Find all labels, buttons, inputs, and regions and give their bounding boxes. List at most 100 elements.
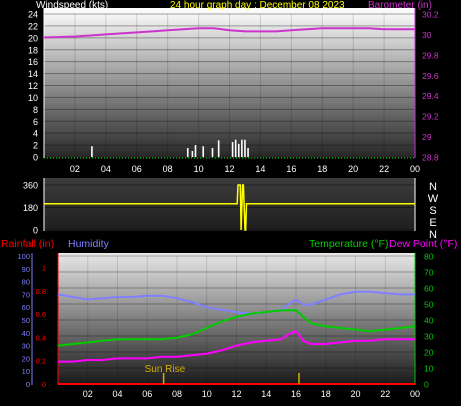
humidity-tick-label: 80 — [22, 278, 30, 287]
wind-tick-label: 6 — [33, 117, 38, 127]
wind-x-tick-label: 20 — [348, 164, 358, 174]
rain-tick-label: 0.2 — [36, 357, 46, 366]
rain-tick-label: 0.4 — [36, 333, 46, 342]
chart-title: 24 hour graph day : December 08 2023 — [170, 0, 345, 11]
wind-x-tick-label: 14 — [255, 164, 265, 174]
wind-x-tick-label: 00 — [410, 164, 420, 174]
humidity-label: Humidity — [68, 238, 110, 250]
wind-bar — [217, 140, 220, 157]
wind-tick-label: 22 — [28, 21, 38, 31]
wind-tick-label: 24 — [28, 10, 38, 20]
humidity-tick-label: 60 — [22, 303, 30, 312]
temp-x-tick-label: 20 — [350, 389, 360, 399]
temp-tick-label: 80 — [424, 252, 434, 262]
wind-bar — [244, 139, 246, 157]
temp-tick-label: 30 — [424, 332, 434, 342]
temperature-label: Temperature (°F) — [309, 238, 388, 250]
humidity-tick-label: 20 — [22, 354, 30, 363]
humidity-axis-ticks: 0 10 20 30 40 50 60 70 80 90 100 — [17, 252, 33, 389]
sunrise-label: Sun Rise — [145, 364, 186, 375]
wind-x-tick-label: 18 — [317, 164, 327, 174]
baro-tick-label: 29.6 — [422, 71, 439, 81]
baro-axis-label: Barometer (in) — [368, 0, 432, 11]
rain-axis-ticks: 0 0.2 0.4 0.6 0.8 1 — [36, 253, 59, 389]
wind-x-tick-label: 06 — [132, 164, 142, 174]
baro-tick-label: 29.4 — [422, 91, 439, 101]
humidity-tick-label: 100 — [17, 252, 30, 261]
temp-tick-label: 40 — [424, 316, 434, 326]
wind-bar — [194, 145, 197, 157]
wind-bar — [231, 142, 234, 157]
temp-x-tick-label: 18 — [321, 389, 331, 399]
wind-x-tick-label: 16 — [286, 164, 296, 174]
wind-tick-label: 8 — [33, 105, 38, 115]
weather-graph: 0 2 4 6 8 10 12 14 16 18 20 22 24 28.8 29 29.2 29.4 29.6… — [0, 0, 461, 401]
compass-label: W — [428, 193, 439, 205]
wind-bar — [234, 139, 237, 157]
baro-tick-label: 28.8 — [422, 153, 439, 163]
rain-tick-label: 1 — [42, 264, 46, 273]
compass-label: E — [429, 217, 436, 229]
temp-x-ticks: 02 04 06 08 10 12 14 16 18 20 22 00 — [83, 389, 420, 399]
temp-x-tick-label: 16 — [291, 389, 301, 399]
wind-bar — [237, 143, 240, 157]
wind-bar — [186, 148, 189, 157]
direction-tick-label: 360 — [23, 181, 38, 191]
wind-tick-label: 0 — [33, 153, 38, 163]
wind-tick-label: 4 — [33, 129, 38, 139]
temp-tick-label: 10 — [424, 364, 434, 374]
temp-x-tick-label: 02 — [83, 389, 93, 399]
temp-x-tick-label: 22 — [380, 389, 390, 399]
temp-x-tick-label: 12 — [231, 389, 241, 399]
humidity-tick-label: 10 — [22, 367, 30, 376]
wind-x-tick-label: 02 — [70, 164, 80, 174]
temp-x-tick-label: 04 — [112, 389, 122, 399]
wind-bar — [202, 146, 205, 157]
wind-x-tick-label: 12 — [224, 164, 234, 174]
humidity-tick-label: 70 — [22, 290, 30, 299]
temp-x-tick-label: 08 — [172, 389, 182, 399]
humidity-tick-label: 0 — [26, 380, 30, 389]
temp-x-tick-label: 14 — [261, 389, 271, 399]
wind-bar — [211, 148, 214, 157]
wind-x-tick-label: 22 — [379, 164, 389, 174]
rain-axis-label: Rainfall (in) — [1, 238, 54, 250]
baro-tick-label: 30 — [422, 30, 432, 40]
rain-tick-label: 0.8 — [36, 287, 46, 296]
wind-tick-label: 12 — [28, 81, 38, 91]
temp-x-tick-label: 06 — [142, 389, 152, 399]
compass-labels: NWSEN — [428, 181, 439, 241]
temp-tick-label: 60 — [424, 284, 434, 294]
wind-x-tick-label: 10 — [194, 164, 204, 174]
wind-x-tick-label: 08 — [163, 164, 173, 174]
wind-axis-ticks: 024681012141618202224 — [28, 8, 45, 163]
wind-tick-label: 20 — [28, 33, 38, 43]
temp-x-tick-label: 10 — [202, 389, 212, 399]
temp-tick-label: 70 — [424, 268, 434, 278]
wind-tick-label: 18 — [28, 45, 38, 55]
humidity-tick-label: 50 — [22, 316, 30, 325]
direction-tick-label: 0 — [33, 226, 38, 236]
wind-axis-label: Windspeed (kts) — [36, 0, 108, 11]
humidity-tick-label: 30 — [22, 342, 30, 351]
humidity-tick-label: 40 — [22, 329, 30, 338]
direction-tick-label: 180 — [23, 203, 38, 213]
wind-bar — [247, 148, 249, 157]
baro-tick-label: 29.8 — [422, 50, 439, 60]
temp-tick-label: 50 — [424, 300, 434, 310]
temp-x-tick-label: 00 — [410, 389, 420, 399]
wind-bar — [91, 146, 93, 157]
wind-x-ticks: 02 04 06 08 10 12 14 16 18 20 22 00 — [44, 157, 420, 174]
wind-bar — [241, 139, 243, 157]
wind-x-tick-label: 04 — [101, 164, 111, 174]
wind-tick-label: 16 — [28, 57, 38, 67]
weather-graph-svg: 024681012141618202224 28.82929.229.429.6… — [1, 0, 457, 399]
wind-bar — [191, 151, 194, 157]
wind-tick-label: 2 — [33, 141, 38, 151]
compass-label: N — [429, 181, 437, 193]
rain-tick-label: 0.6 — [36, 310, 46, 319]
baro-tick-label: 29.2 — [422, 112, 439, 122]
temp-tick-label: 20 — [424, 348, 434, 358]
humidity-tick-label: 90 — [22, 265, 30, 274]
temp-tick-label: 0 — [424, 380, 429, 390]
